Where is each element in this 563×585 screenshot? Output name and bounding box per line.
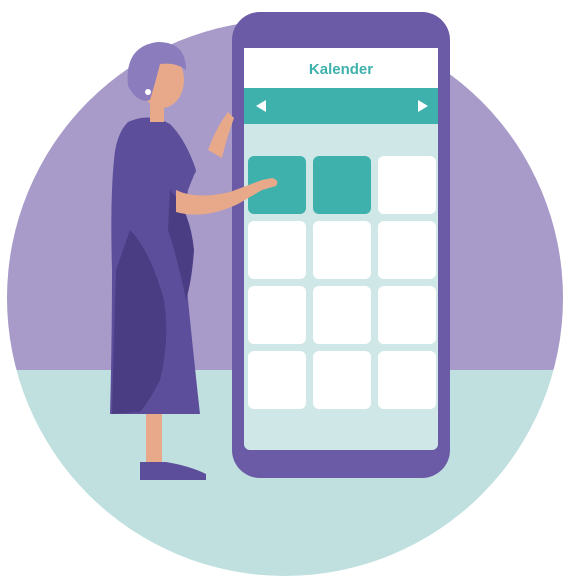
calendar-cell[interactable] xyxy=(378,351,436,409)
calendar-cell[interactable] xyxy=(248,351,306,409)
calendar-cell[interactable] xyxy=(248,286,306,344)
calendar-cell[interactable] xyxy=(378,156,436,214)
calendar-cell[interactable] xyxy=(313,351,371,409)
calendar-cell[interactable] xyxy=(248,221,306,279)
calendar-cell[interactable] xyxy=(378,221,436,279)
calendar-cell-selected[interactable] xyxy=(313,156,371,214)
phone: Kalender xyxy=(232,12,450,478)
app-title: Kalender xyxy=(309,61,373,78)
calendar-cell[interactable] xyxy=(378,286,436,344)
calendar-illustration: Kalender xyxy=(7,12,563,576)
calendar-cell[interactable] xyxy=(313,221,371,279)
nav-bar xyxy=(244,88,438,124)
illustration-stage: Kalender xyxy=(0,0,563,585)
calendar-cell[interactable] xyxy=(313,286,371,344)
person-earring xyxy=(145,89,151,95)
